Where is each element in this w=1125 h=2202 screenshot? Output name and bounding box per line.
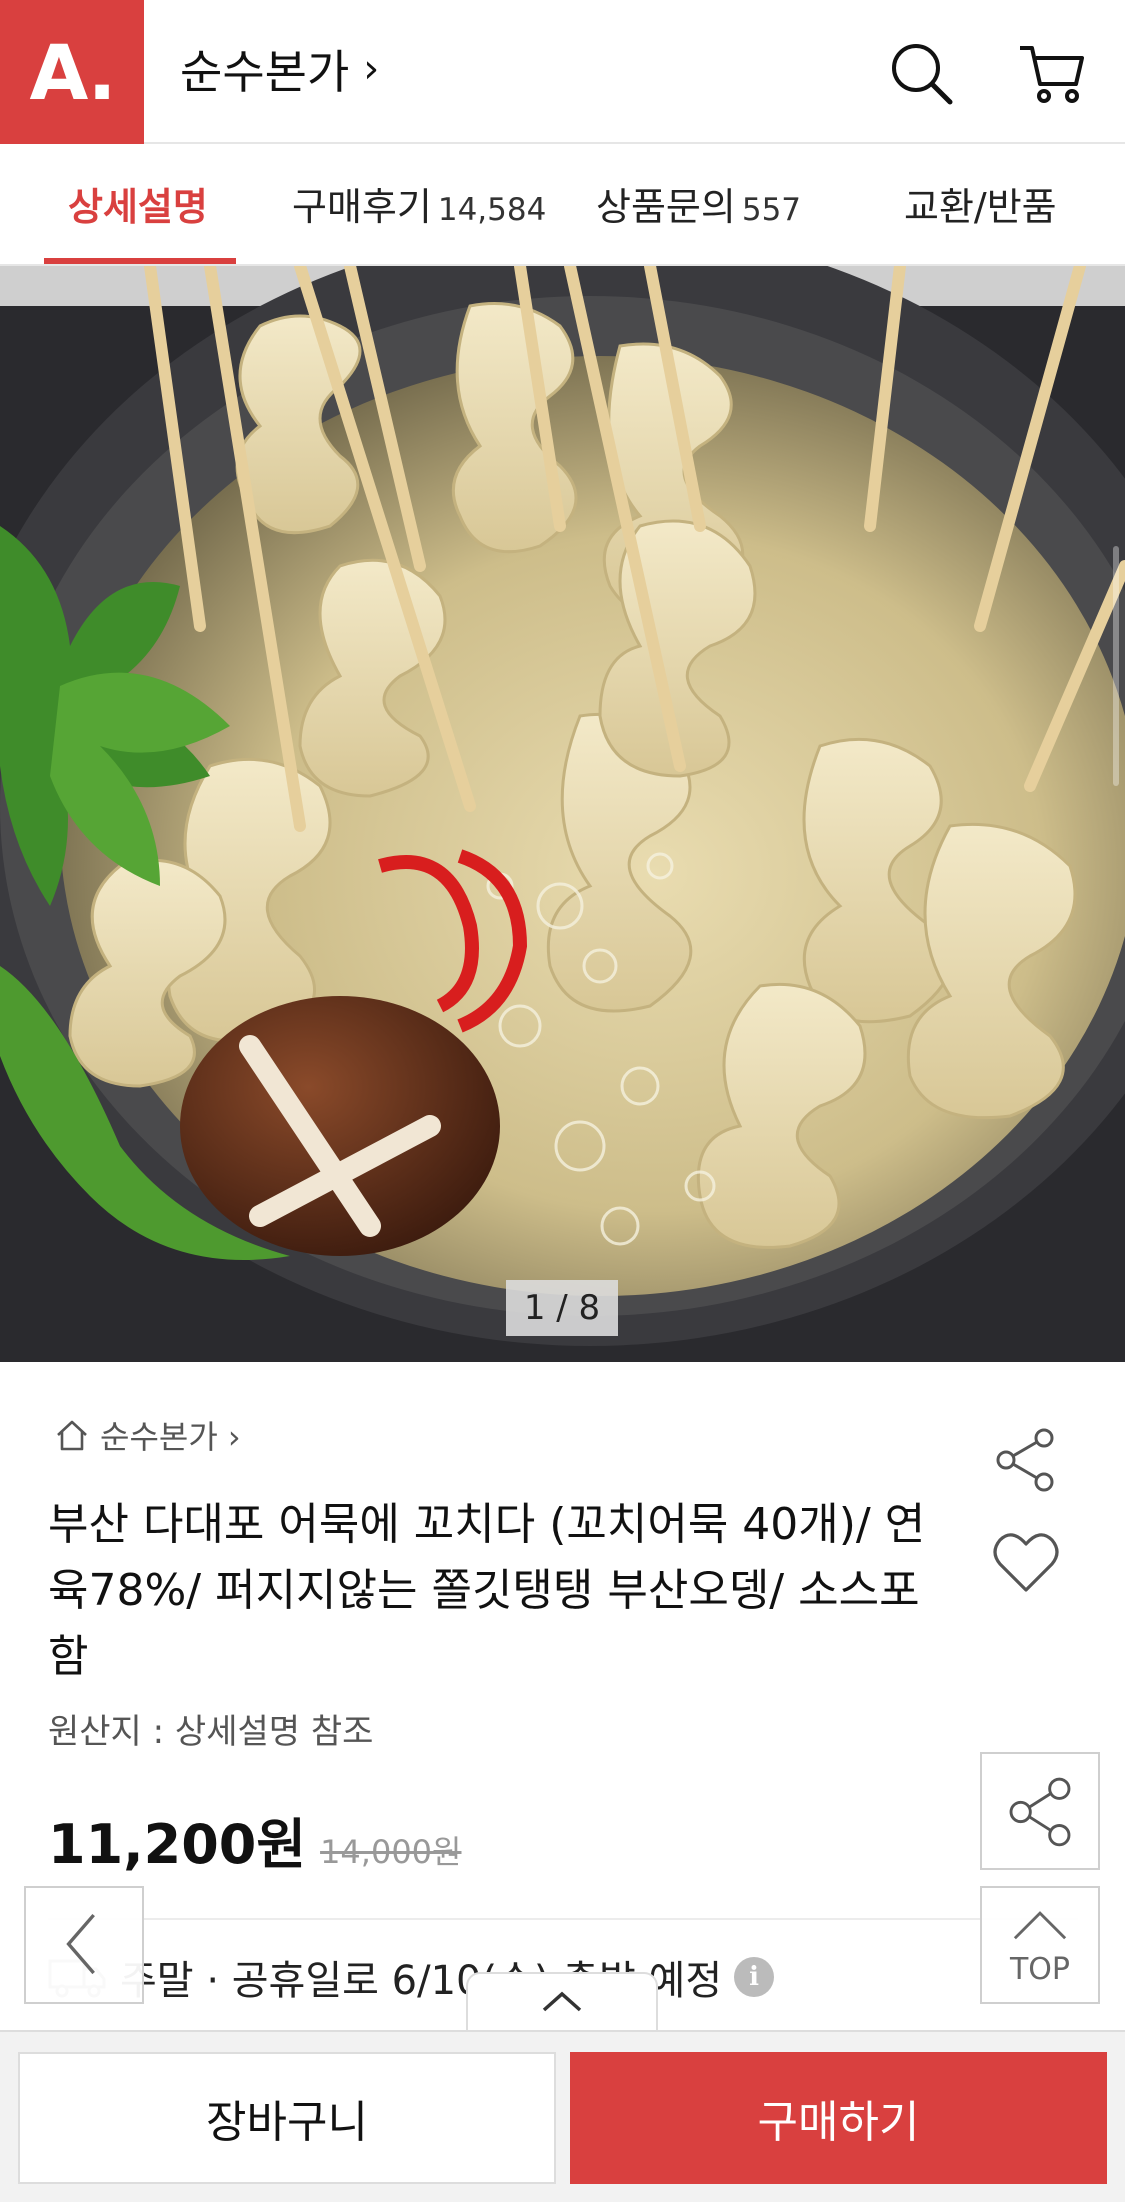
tab-reviews[interactable]: 구매후기 14,584 [292, 176, 546, 231]
chevron-left-icon [66, 1913, 95, 1975]
top-label: TOP [1009, 1952, 1071, 1987]
chevron-right-icon: › [363, 46, 380, 92]
buy-now-button[interactable]: 구매하기 [570, 2052, 1107, 2184]
add-to-cart-button[interactable]: 장바구니 [18, 2052, 556, 2184]
tab-count: 557 [741, 192, 802, 228]
store-breadcrumb[interactable]: 순수본가 › [52, 1412, 241, 1458]
store-title-link[interactable]: 순수본가 › [180, 36, 379, 102]
info-icon[interactable]: i [734, 1957, 775, 1997]
tab-label: 교환/반품 [904, 185, 1057, 229]
original-price: 14,000원 [320, 1833, 462, 1871]
chevron-up-icon [542, 1991, 582, 2012]
purchase-bar: 장바구니 구매하기 [0, 2030, 1125, 2202]
tab-exchange-return[interactable]: 교환/반품 [904, 176, 1057, 231]
back-button[interactable] [24, 1886, 144, 2004]
tab-label: 구매후기 [292, 185, 432, 229]
share-icon[interactable] [990, 1424, 1062, 1496]
price-row: 11,200원 14,000원 [48, 1800, 461, 1879]
tab-detail[interactable]: 상세설명 [68, 176, 208, 231]
app-header: A. 순수본가 › [0, 0, 1125, 144]
sale-price: 11,200원 [48, 1813, 307, 1876]
heart-icon[interactable] [990, 1528, 1062, 1600]
logo[interactable]: A. [0, 0, 144, 144]
product-photo [0, 266, 1125, 1362]
breadcrumb-label: 순수본가 › [100, 1418, 241, 1456]
image-counter: 1 / 8 [506, 1280, 618, 1336]
product-image-carousel[interactable] [0, 266, 1125, 1362]
divider [48, 1918, 1078, 1920]
store-name: 순수본가 [180, 45, 350, 99]
tab-count: 14,584 [437, 192, 547, 228]
floating-share-button[interactable] [980, 1752, 1100, 1870]
scroll-top-button[interactable]: TOP [980, 1886, 1100, 2004]
expand-panel-handle[interactable] [466, 1972, 658, 2030]
image-scrollbar [1113, 546, 1119, 786]
product-title: 부산 다대포 어묵에 꼬치다 (꼬치어묵 40개)/ 연육78%/ 퍼지지않는 … [48, 1499, 926, 1682]
cart-icon[interactable] [1016, 38, 1086, 108]
home-icon [57, 1420, 87, 1451]
tab-label: 상세설명 [68, 185, 208, 229]
active-tab-indicator [44, 258, 236, 264]
shipping-info: 주말 · 공휴일로 6/10(수) 출발 예정 i [48, 1948, 775, 2006]
origin-info: 원산지 : 상세설명 참조 [48, 1712, 374, 1752]
product-tabs: 상세설명 구매후기 14,584 상품문의 557 교환/반품 [0, 146, 1125, 266]
search-icon[interactable] [886, 38, 956, 108]
tab-inquiries[interactable]: 상품문의 557 [596, 176, 801, 231]
tab-label: 상품문의 [596, 185, 736, 229]
